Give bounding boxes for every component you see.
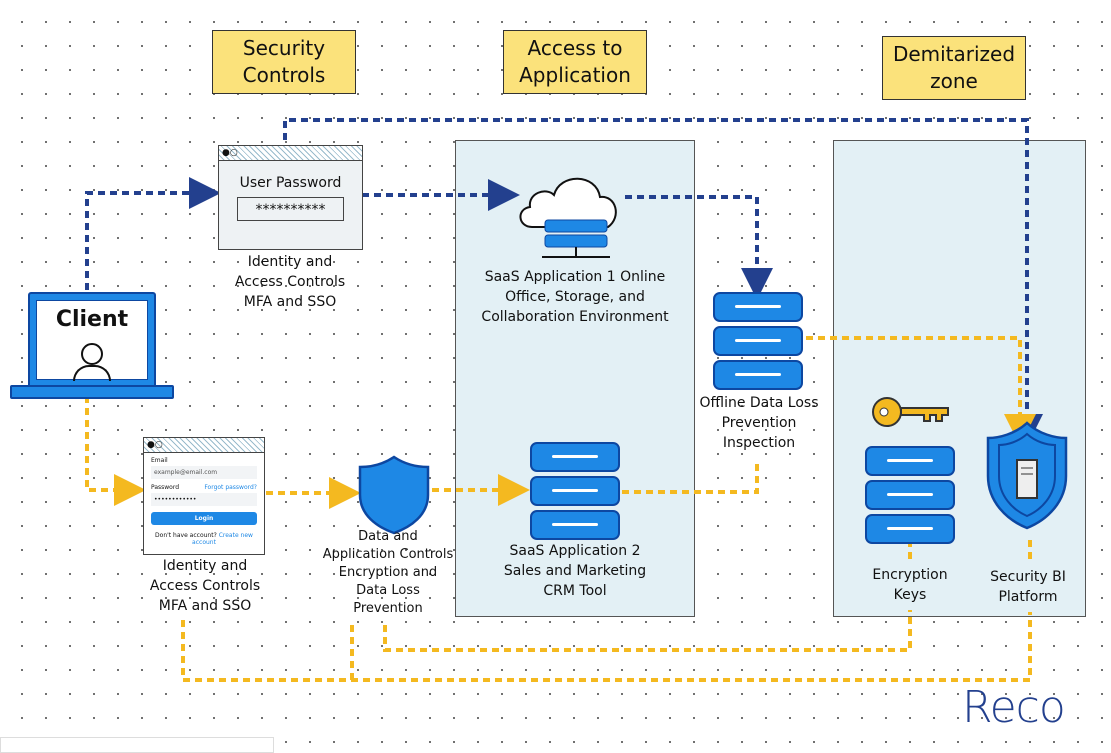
security-bi-caption: Security BI Platform [990,569,1066,605]
flow-keys-loop [383,610,912,652]
flow-bottom-loop [181,612,1032,682]
password-label: Password [151,484,180,491]
shield-caption: Data and Application Controls Encryption… [322,529,454,616]
flow-client-password [85,177,221,290]
user-icon [81,343,103,365]
encryption-server-icon [865,446,955,548]
reco-logo: Reco [962,682,1066,733]
connectors [85,118,1043,682]
email-label: Email [151,457,168,464]
key-icon [872,397,949,427]
saas1-caption: SaaS Application 1 Online Office, Storag… [481,269,669,325]
password-window: ●○ User Password ********** [218,145,363,250]
flow-saas2-dlp [622,462,759,494]
dlp-caption: Offline Data Loss Prevention Inspection [699,395,819,451]
no-account-text: Don't have account? [155,532,217,539]
flow-client-login [85,396,146,506]
dlp-server-icon [713,292,803,394]
shield-icon [358,455,430,535]
saas2-server-icon [530,442,620,544]
login-window: ●○ Email example@email.com Password Forgo… [143,437,265,555]
email-input[interactable]: example@email.com [151,466,257,479]
security-bi-shield-icon [986,421,1068,530]
saas2-caption: SaaS Application 2 Sales and Marketing C… [503,543,647,599]
password-caption: Identity and Access Controls MFA and SSO [234,254,346,310]
login-button[interactable]: Login [151,512,257,525]
client-laptop-icon: Client [28,292,156,388]
cloud-icon [519,177,617,258]
encryption-keys-caption: Encryption Keys [872,567,948,603]
password-title: User Password [239,175,342,191]
login-caption: Identity and Access Controls MFA and SSO [149,558,261,614]
password-input[interactable]: •••••••••••• [151,493,257,506]
forgot-password-link[interactable]: Forgot password? [204,484,257,491]
password-field[interactable]: ********** [237,197,344,221]
client-label: Client [55,307,129,332]
